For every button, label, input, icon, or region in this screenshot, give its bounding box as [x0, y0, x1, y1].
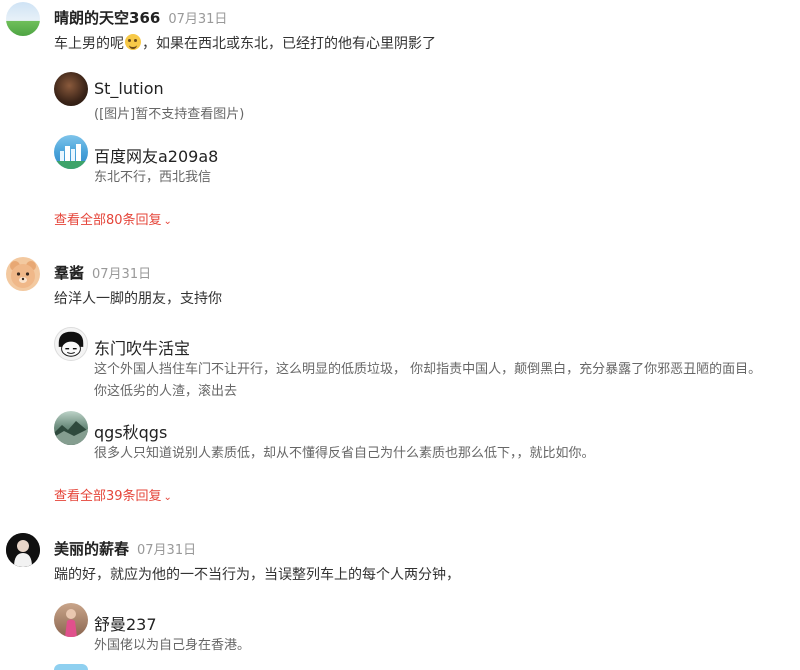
reply-text: 很多人只知道说别人素质低，却从不懂得反省自己为什么素质也那么低下，，就比如你。 — [94, 446, 595, 461]
chevron-down-icon: ⌄ — [163, 216, 172, 227]
username-text[interactable]: 羣酱 — [54, 264, 84, 282]
view-all-replies-label[interactable]: 查看全部80条回复 — [54, 213, 162, 228]
comment-username[interactable]: 晴朗的天空366 07月31日 — [54, 7, 227, 28]
avatar[interactable] — [6, 257, 40, 291]
reply-username[interactable]: 舒曼237 — [94, 611, 157, 635]
comment-username[interactable]: 羣酱 07月31日 — [54, 262, 151, 283]
comment-date: 07月31日 — [92, 267, 152, 282]
view-all-replies-link[interactable]: 查看全部80条回复 ⌄ — [54, 209, 172, 228]
reply-username[interactable]: qgs秋qgs — [94, 419, 167, 443]
comment-username[interactable]: 美丽的薪春 07月31日 — [54, 538, 196, 559]
comment-text-part: 车上男的呢 — [54, 36, 124, 52]
comment-text: 车上男的呢 ，如果在西北或东北，已经打的他有心里阴影了 — [54, 33, 436, 53]
chevron-down-icon: ⌄ — [163, 492, 172, 503]
avatar[interactable] — [54, 72, 88, 106]
portrait-icon — [65, 609, 77, 637]
username-text[interactable]: 美丽的薪春 — [54, 540, 129, 558]
reply-text-line: 你这低劣的人渣，滚出去 — [94, 384, 238, 399]
comment-text: 踹的好，就应为他的一不当行为，当误整列车上的每个人两分钟， — [54, 567, 460, 583]
username-text[interactable]: 晴朗的天空366 — [54, 9, 160, 27]
avatar[interactable] — [54, 327, 88, 361]
avatar[interactable] — [6, 2, 40, 36]
avatar[interactable] — [54, 135, 88, 169]
reply-username[interactable]: 百度网友a209a8 — [94, 143, 218, 167]
avatar[interactable] — [54, 603, 88, 637]
city-skyline-icon — [54, 144, 88, 169]
reply-username[interactable]: 东门吹牛活宝 — [94, 335, 190, 359]
meme-face-icon — [58, 331, 84, 357]
avatar[interactable] — [54, 664, 88, 670]
view-all-replies-link[interactable]: 查看全部39条回复 ⌄ — [54, 485, 172, 504]
reply-username[interactable]: St_lution — [94, 79, 164, 98]
comment-text-part: ，如果在西北或东北，已经打的他有心里阴影了 — [142, 36, 436, 52]
avatar[interactable] — [6, 533, 40, 567]
reply-text: 这个外国人挡住车门不让开行，这么明显的低质垃圾， 你却指责中国人，颠倒黑白，充分… — [94, 359, 761, 403]
landscape-icon — [54, 421, 88, 445]
reply-text: 东北不行，西北我信 — [94, 170, 212, 185]
reply-text-line: 这个外国人挡住车门不让开行，这么明显的低质垃圾， 你却指责中国人，颠倒黑白，充分… — [94, 362, 762, 377]
comment-text: 给洋人一脚的朋友，支持你 — [54, 291, 222, 307]
reply-text: 外国佬以为自己身在香港。 — [94, 638, 251, 653]
reply-text: ([图片]暂不支持查看图片) — [94, 107, 245, 122]
view-all-replies-label[interactable]: 查看全部39条回复 — [54, 489, 162, 504]
comment-date: 07月31日 — [168, 12, 228, 27]
comment-date: 07月31日 — [137, 543, 197, 558]
portrait-icon — [6, 533, 40, 567]
grinning-sweat-emoji-icon — [125, 34, 141, 50]
avatar[interactable] — [54, 411, 88, 445]
bear-face-icon — [10, 261, 36, 288]
